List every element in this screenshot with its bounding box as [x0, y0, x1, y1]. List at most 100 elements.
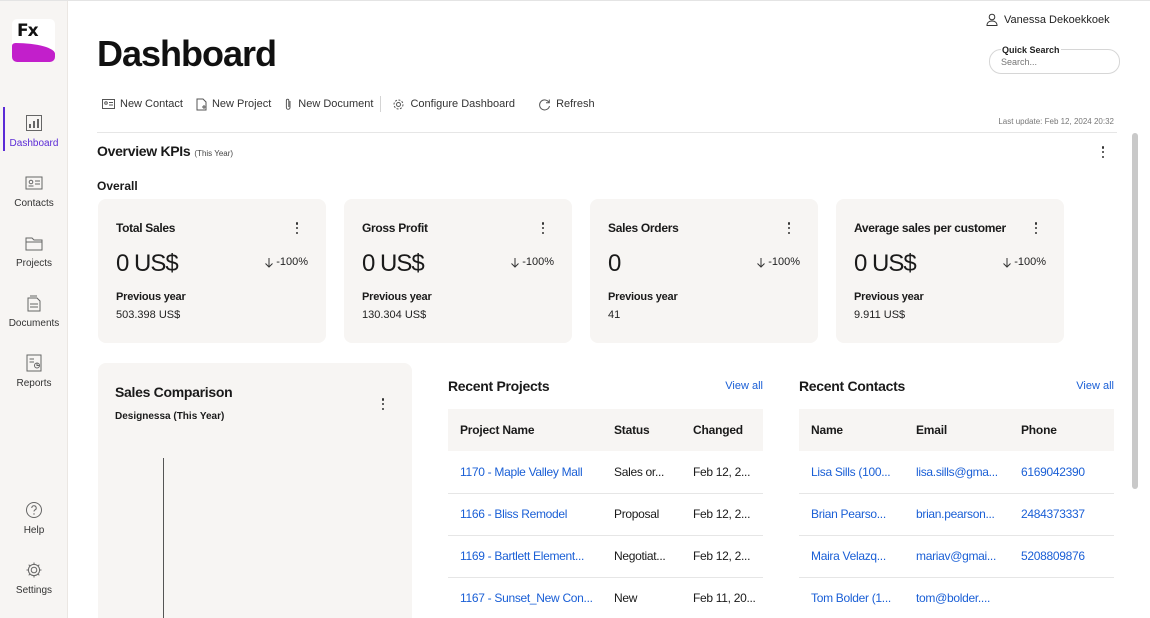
kpi-value: 0 US$ — [854, 250, 917, 277]
column-header[interactable]: Changed — [681, 409, 763, 451]
contact-card-icon — [102, 99, 115, 109]
new-project-button[interactable]: New Project — [196, 98, 271, 111]
contact-name-link[interactable]: Brian Pearso... — [799, 493, 904, 536]
arrow-down-icon — [757, 257, 766, 268]
sidebar-item-documents[interactable]: Documents — [0, 293, 68, 343]
help-icon — [26, 502, 42, 518]
refresh-button[interactable]: Refresh — [538, 98, 595, 111]
table-row[interactable]: Lisa Sills (100... lisa.sills@gma... 616… — [799, 451, 1114, 494]
sales-comparison-title: Sales Comparison — [115, 384, 233, 400]
contact-email-link[interactable]: tom@bolder.... — [904, 577, 1009, 618]
contacts-view-all-link[interactable]: View all — [1050, 380, 1114, 392]
sidebar-item-reports[interactable]: Reports — [0, 353, 68, 403]
project-name-link[interactable]: 1166 - Bliss Remodel — [448, 493, 602, 536]
sidebar-item-label: Projects — [15, 258, 53, 269]
sales-comparison-menu-button[interactable] — [378, 397, 388, 411]
toolbar: New Contact New Project New Document Con… — [102, 95, 608, 113]
overview-kpis-title: Overview KPIs (This Year) — [97, 143, 233, 159]
project-changed: Feb 12, 2... — [681, 535, 763, 578]
new-contact-button[interactable]: New Contact — [102, 98, 183, 110]
kpi-change: -100% — [264, 256, 308, 268]
recent-contacts-table: Name Email Phone Lisa Sills (100... lisa… — [799, 409, 1114, 618]
contact-phone-link[interactable]: 2484373337 — [1009, 493, 1114, 536]
contact-card-icon — [25, 176, 43, 190]
arrow-down-icon — [265, 257, 274, 268]
sidebar-item-label: Dashboard — [9, 138, 59, 149]
kpi-previous-value: 9.911 US$ — [854, 309, 906, 321]
project-name-link[interactable]: 1167 - Sunset_New Con... — [448, 577, 602, 618]
new-project-label: New Project — [211, 98, 272, 110]
contact-phone-link[interactable]: 5208809876 — [1009, 535, 1114, 578]
project-status: New — [602, 577, 681, 618]
table-row[interactable]: Brian Pearso... brian.pearson... 2484373… — [799, 493, 1114, 536]
table-row[interactable]: 1167 - Sunset_New Con... New Feb 11, 20.… — [448, 577, 763, 618]
projects-view-all-link[interactable]: View all — [700, 380, 763, 392]
user-menu[interactable]: Vanessa Dekoekkoek — [986, 13, 1110, 26]
logo[interactable]: Fx — [12, 19, 55, 62]
kpi-card-menu-button[interactable] — [538, 221, 548, 235]
kpi-previous-label: Previous year — [854, 291, 924, 303]
kpi-section-menu-button[interactable] — [1098, 145, 1108, 159]
sidebar-item-projects[interactable]: Projects — [0, 233, 68, 283]
project-changed: Feb 12, 2... — [681, 451, 763, 494]
kpi-previous-value: 503.398 US$ — [116, 309, 181, 321]
table-row[interactable]: 1169 - Bartlett Element... Negotiat... F… — [448, 535, 763, 578]
logo-text: Fx — [17, 21, 39, 41]
kpi-group-label: Overall — [97, 179, 138, 193]
table-row[interactable]: Tom Bolder (1... tom@bolder.... — [799, 577, 1114, 618]
table-row[interactable]: Maira Velazq... mariav@gmai... 520880987… — [799, 535, 1114, 578]
contact-phone-link[interactable] — [1009, 577, 1114, 618]
new-document-label: New Document — [298, 98, 374, 110]
new-contact-label: New Contact — [120, 98, 183, 110]
sidebar-item-contacts[interactable]: Contacts — [0, 173, 68, 223]
contact-email-link[interactable]: mariav@gmai... — [904, 535, 1009, 578]
toolbar-divider — [380, 96, 382, 112]
document-icon — [27, 295, 41, 312]
gear-icon — [26, 562, 42, 578]
user-icon — [986, 13, 998, 26]
contact-email-link[interactable]: brian.pearson... — [904, 493, 1009, 536]
sidebar-item-help[interactable]: Help — [0, 500, 68, 550]
kpi-card-menu-button[interactable] — [784, 221, 794, 235]
table-row[interactable]: 1166 - Bliss Remodel Proposal Feb 12, 2.… — [448, 493, 763, 536]
user-name: Vanessa Dekoekkoek — [1004, 13, 1110, 26]
kpi-card-menu-button[interactable] — [292, 221, 302, 235]
new-project-icon — [196, 98, 207, 110]
column-header[interactable]: Status — [602, 409, 681, 451]
contact-phone-link[interactable]: 6169042390 — [1009, 451, 1114, 494]
project-name-link[interactable]: 1169 - Bartlett Element... — [448, 535, 602, 578]
kpi-change: -100% — [756, 256, 800, 268]
contact-name-link[interactable]: Maira Velazq... — [799, 535, 904, 578]
app-window: Fx Dashboard Contacts Projects Documents… — [0, 0, 1150, 618]
configure-dashboard-button[interactable]: Configure Dashboard — [392, 98, 515, 111]
recent-contacts-title: Recent Contacts — [799, 378, 905, 394]
column-header[interactable]: Phone — [1009, 409, 1114, 451]
kpi-previous-value: 130.304 US$ — [362, 309, 427, 321]
kpi-change: -100% — [510, 256, 554, 268]
kpi-card-menu-button[interactable] — [1031, 221, 1041, 235]
sidebar-item-dashboard[interactable]: Dashboard — [0, 107, 68, 163]
scrollbar[interactable] — [1132, 133, 1138, 489]
search-input[interactable] — [1001, 57, 1111, 67]
last-update-text: Last update: Feb 12, 2024 20:32 — [998, 117, 1114, 126]
recent-projects-table: Project Name Status Changed 1170 - Maple… — [448, 409, 763, 618]
kpi-change-value: -100% — [522, 256, 554, 268]
column-header[interactable]: Name — [799, 409, 904, 451]
kpi-change-value: -100% — [1014, 256, 1046, 268]
sidebar-item-settings[interactable]: Settings — [0, 560, 68, 610]
kpi-previous-label: Previous year — [362, 291, 432, 303]
kpi-previous-label: Previous year — [608, 291, 678, 303]
contact-name-link[interactable]: Lisa Sills (100... — [799, 451, 904, 494]
contact-email-link[interactable]: lisa.sills@gma... — [904, 451, 1009, 494]
column-header[interactable]: Project Name — [448, 409, 602, 451]
table-row[interactable]: 1170 - Maple Valley Mall Sales or... Feb… — [448, 451, 763, 494]
new-document-button[interactable]: New Document — [284, 98, 373, 111]
column-header[interactable]: Email — [904, 409, 1009, 451]
project-name-link[interactable]: 1170 - Maple Valley Mall — [448, 451, 602, 494]
sidebar-item-label: Documents — [8, 318, 60, 329]
kpi-previous-value: 41 — [608, 309, 621, 321]
contact-name-link[interactable]: Tom Bolder (1... — [799, 577, 904, 618]
sidebar-item-label: Settings — [15, 585, 53, 596]
sidebar-item-label: Reports — [16, 378, 52, 389]
quick-search-label: Quick Search — [1001, 45, 1061, 55]
